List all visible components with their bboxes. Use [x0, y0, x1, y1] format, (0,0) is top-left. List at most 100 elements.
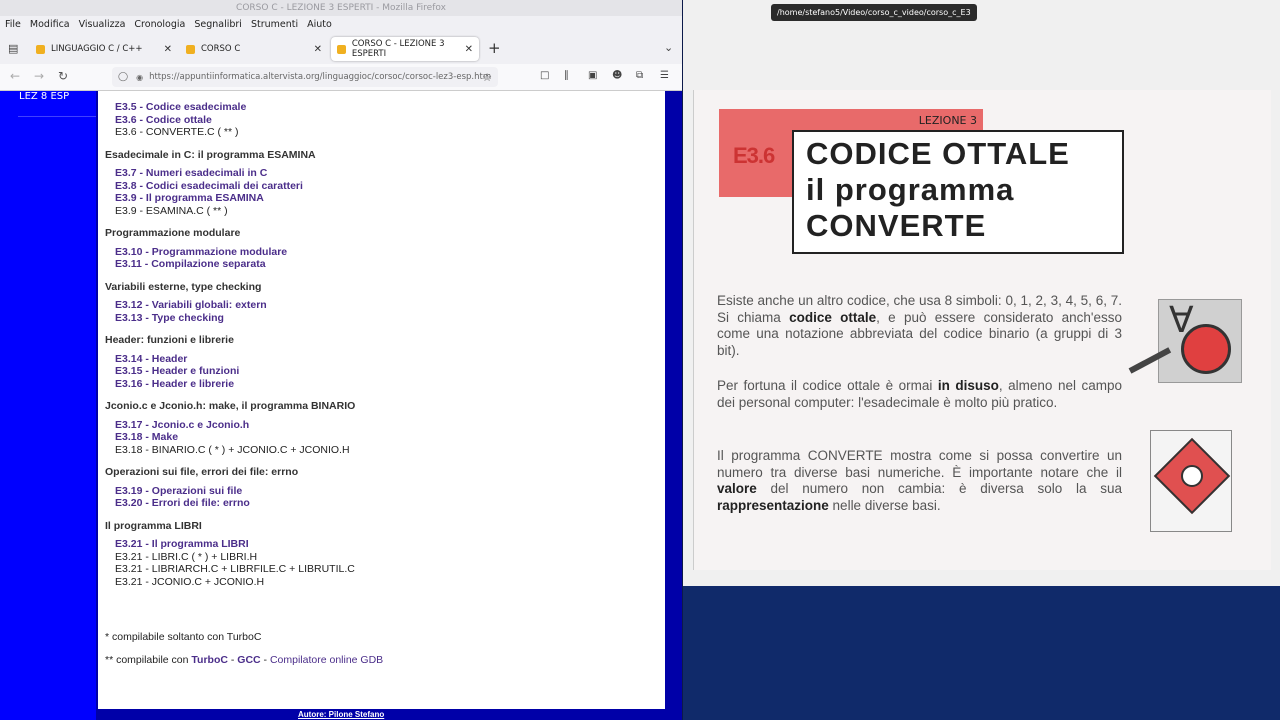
lesson-link[interactable]: E3.10 - Programmazione modulare — [115, 246, 287, 258]
title-line-2: il programma — [806, 172, 1015, 207]
web-content: LEZ 8 ESP E3.5 - Codice esadecimale E3.6 … — [0, 91, 682, 720]
favicon-icon — [186, 44, 195, 54]
firefox-window: CORSO C - LEZIONE 3 ESPERTI - Mozilla Fi… — [0, 0, 682, 720]
tab-overview-icon[interactable]: ▤ — [8, 42, 18, 55]
window-title: CORSO C - LEZIONE 3 ESPERTI - Mozilla Fi… — [0, 0, 682, 16]
new-tab-button[interactable]: + — [488, 39, 501, 57]
magnifier-small-icon — [1181, 465, 1203, 487]
link-gdb-online[interactable]: Compilatore online GDB — [270, 654, 383, 666]
magnifier-lens-icon — [1181, 324, 1231, 374]
menu-bar: File Modifica Visualizza Cronologia Segn… — [0, 16, 682, 33]
lesson-link[interactable]: E3.19 - Operazioni sui file — [115, 485, 242, 497]
menu-strumenti[interactable]: Strumenti — [251, 19, 298, 30]
lesson-link[interactable]: E3.16 - Header e librerie — [115, 378, 234, 390]
tab-label: LINGUAGGIO C / C++ — [51, 44, 143, 54]
menu-cronologia[interactable]: Cronologia — [134, 19, 185, 30]
close-icon[interactable]: ✕ — [314, 44, 322, 55]
tab-linguaggio-c[interactable]: LINGUAGGIO C / C++ ✕ — [30, 37, 178, 61]
menu-aiuto[interactable]: Aiuto — [307, 19, 332, 30]
lesson-link[interactable]: E3.7 - Numeri esadecimali in C — [115, 167, 267, 179]
bookmark-star-icon[interactable]: ☆ — [482, 71, 492, 84]
link-gcc[interactable]: GCC — [237, 654, 260, 666]
title-line-3: CONVERTE — [806, 208, 987, 243]
lesson-link[interactable]: E3.12 - Variabili globali: extern — [115, 299, 267, 311]
pocket-icon[interactable]: □ — [540, 70, 549, 81]
lesson-link[interactable]: E3.8 - Codici esadecimali dei caratteri — [115, 180, 303, 192]
tab-label: CORSO C - LEZIONE 3 ESPERTI — [351, 39, 445, 59]
lesson-link[interactable]: E3.6 - Codice ottale — [115, 114, 212, 126]
extensions-icon[interactable]: ⧉ — [636, 70, 643, 81]
lesson-label: LEZIONE 3 — [918, 114, 977, 127]
lesson-link[interactable]: E3.17 - Jconio.c e Jconio.h — [115, 419, 249, 431]
section-heading: Header: funzioni e librerie — [105, 334, 234, 346]
nav-link-lez8-esp[interactable]: LEZ 8 ESP — [19, 91, 96, 103]
sidebar-icon[interactable]: ▣ — [588, 70, 597, 81]
path-tooltip: /home/stefano5/Video/corso_c_video/corso… — [771, 4, 977, 21]
separator: - — [260, 654, 270, 666]
tab-label: CORSO C — [201, 44, 241, 54]
para-bold: rappresentazione — [717, 497, 829, 513]
section-code: E3.6 — [733, 143, 775, 168]
paragraph-2: Per fortuna il codice ottale è ormai in … — [717, 378, 1122, 411]
url-text[interactable]: https://appuntiinformatica.altervista.or… — [149, 72, 491, 82]
reload-icon[interactable]: ↻ — [58, 69, 68, 83]
forward-icon[interactable]: → — [34, 69, 44, 83]
tab-bar: ▤ LINGUAGGIO C / C++ ✕ CORSO C ✕ CORSO C… — [0, 36, 682, 62]
title-line-1: CODICE OTTALE — [806, 136, 1070, 171]
footnote-compilers: ** compilabile con TurboC - GCC - Compil… — [105, 654, 383, 666]
favicon-icon — [36, 44, 45, 54]
source-file-entry: E3.6 - CONVERTE.C ( ** ) — [115, 126, 239, 138]
section-heading: Operazioni sui file, errori dei file: er… — [105, 466, 299, 478]
section-heading: Jconio.c e Jconio.h: make, il programma … — [105, 400, 356, 412]
tab-corso-c[interactable]: CORSO C ✕ — [180, 37, 328, 61]
para-text: Il programma CONVERTE mostra come si pos… — [717, 448, 1122, 480]
desktop-background — [683, 586, 1280, 720]
section-heading: Programmazione modulare — [105, 227, 241, 239]
close-icon[interactable]: ✕ — [465, 44, 473, 55]
back-icon[interactable]: ← — [10, 69, 20, 83]
lesson-link[interactable]: E3.18 - Make — [115, 431, 178, 443]
para-text: Per fortuna il codice ottale è ormai — [717, 378, 938, 393]
menu-file[interactable]: File — [5, 19, 21, 30]
lesson-link[interactable]: E3.15 - Header e funzioni — [115, 365, 239, 377]
library-icon[interactable]: ∥ — [564, 70, 569, 81]
para-text: del numero non cambia: è diversa solo la… — [756, 481, 1123, 496]
shield-icon[interactable]: ◯ — [118, 72, 128, 82]
magnifier-illustration: ∀ — [1158, 299, 1242, 383]
section-heading: Il programma LIBRI — [105, 519, 202, 532]
source-file-entry: E3.21 - LIBRI.C ( * ) + LIBRI.H — [115, 550, 258, 563]
section-heading: Variabili esterne, type checking — [105, 280, 262, 293]
menu-visualizza[interactable]: Visualizza — [79, 19, 126, 30]
menu-icon[interactable]: ☰ — [660, 70, 669, 81]
source-file-entry: E3.18 - BINARIO.C ( * ) + JCONIO.C + JCO… — [115, 443, 350, 456]
section-heading: Esadecimale in C: il programma ESAMINA — [105, 148, 316, 161]
close-icon[interactable]: ✕ — [164, 44, 172, 55]
paragraph-3: Il programma CONVERTE mostra come si pos… — [717, 448, 1122, 514]
footnote-turboc: * compilabile soltanto con TurboC — [105, 631, 262, 643]
lesson-link[interactable]: E3.5 - Codice esadecimale — [115, 101, 246, 113]
menu-segnalibri[interactable]: Segnalibri — [194, 19, 242, 30]
url-bar[interactable]: ◯ ◉ https://appuntiinformatica.altervist… — [112, 67, 498, 87]
left-navigation: LEZ 8 ESP — [0, 91, 96, 720]
lesson-link[interactable]: E3.21 - Il programma LIBRI — [115, 538, 249, 550]
lesson-link[interactable]: E3.20 - Errori dei file: errno — [115, 497, 250, 509]
lesson-link[interactable]: E3.13 - Type checking — [115, 312, 224, 324]
tab-lezione-3-esperti[interactable]: CORSO C - LEZIONE 3 ESPERTI ✕ — [331, 37, 479, 61]
account-icon[interactable]: ☻ — [612, 70, 622, 81]
lesson-link[interactable]: E3.9 - Il programma ESAMINA — [115, 192, 264, 204]
author-link[interactable]: Autore: Pilone Stefano — [298, 710, 384, 719]
navigation-toolbar: ← → ↻ ◯ ◉ https://appuntiinformatica.alt… — [0, 64, 682, 91]
list-tabs-icon[interactable]: ⌄ — [664, 41, 673, 54]
lesson-link[interactable]: E3.14 - Header — [115, 353, 187, 365]
source-file-entry: E3.21 - LIBRIARCH.C + LIBRFILE.C + LIBRU… — [115, 563, 355, 575]
menu-modifica[interactable]: Modifica — [30, 19, 70, 30]
disk-illustration — [1150, 430, 1232, 532]
separator: - — [227, 654, 238, 666]
link-turboc[interactable]: TurboC — [191, 654, 228, 666]
footnote-prefix: ** compilabile con — [105, 654, 192, 666]
lock-icon[interactable]: ◉ — [136, 73, 143, 82]
nav-divider — [18, 116, 96, 117]
lesson-link[interactable]: E3.11 - Compilazione separata — [115, 258, 266, 270]
page-title-box: CODICE OTTALE il programma CONVERTE — [792, 130, 1124, 254]
page-body: E3.5 - Codice esadecimale E3.6 - Codice o… — [98, 91, 665, 709]
